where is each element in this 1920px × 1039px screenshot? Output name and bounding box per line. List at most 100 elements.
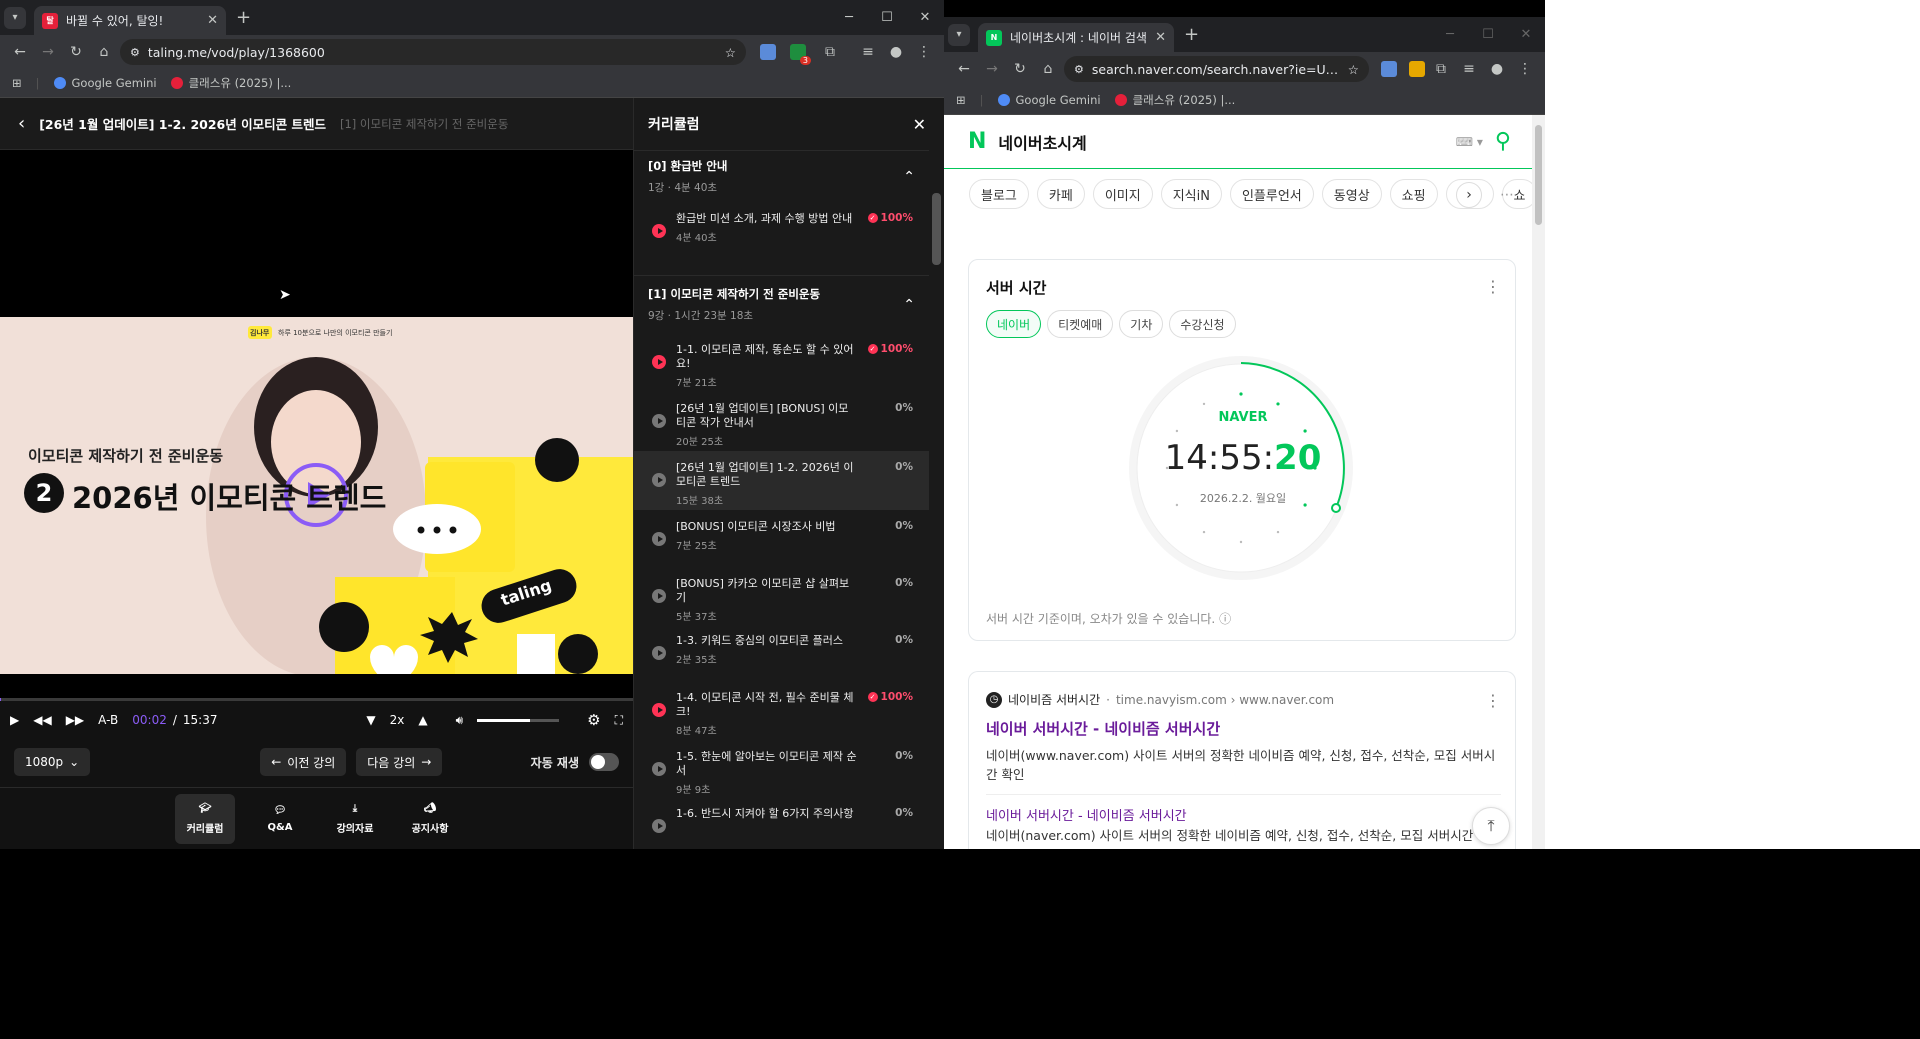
profile-icon[interactable]: ● — [1485, 57, 1509, 81]
curriculum-section[interactable]: [1] 이모티콘 제작하기 전 준비운동 9강 · 1시간 23분 18초 ⌃ — [634, 275, 929, 333]
video-area[interactable]: 김나무 하루 10분으로 나만의 이모티콘 만들기 이모티콘 제작하기 전 준비… — [0, 150, 633, 698]
nav-notice[interactable]: 📣︎ 공지사항 — [400, 794, 460, 844]
menu-kebab-icon[interactable]: ⋮ — [1513, 57, 1537, 81]
back-icon[interactable]: ← — [8, 40, 32, 64]
fullscreen-icon[interactable]: ⛶ — [615, 713, 623, 728]
forward-icon[interactable]: → — [36, 40, 60, 64]
new-tab-button[interactable]: + — [1184, 24, 1199, 45]
search-icon[interactable]: ⚲ — [1495, 129, 1511, 154]
autoplay-toggle[interactable] — [589, 753, 619, 771]
tab-search-button[interactable]: ▾ — [4, 6, 26, 29]
media-control-icon[interactable]: ≡ — [1457, 57, 1481, 81]
address-bar[interactable]: ⚙ taling.me/vod/play/1368600 ☆ — [120, 39, 746, 65]
info-icon[interactable]: ⓘ — [1219, 612, 1231, 626]
server-chip[interactable]: 수강신청 — [1169, 310, 1236, 338]
media-control-icon[interactable]: ≡ — [856, 40, 880, 64]
lesson-item[interactable]: [26년 1월 업데이트] [BONUS] 이모티콘 작가 안내서 20분 25초… — [634, 392, 929, 451]
result-site-name[interactable]: 네이비즘 서버시간 — [1008, 691, 1100, 708]
reload-icon[interactable]: ↻ — [64, 40, 88, 64]
bookmark-classu[interactable]: 클래스유 (2025) |... — [170, 75, 291, 91]
lesson-item[interactable]: [BONUS] 이모티콘 시장조사 비법 7분 25초 0% — [634, 510, 929, 567]
keyboard-icon[interactable]: ⌨ ▾ — [1456, 135, 1483, 149]
rewind-icon[interactable]: ◀◀ — [33, 713, 51, 727]
more-dots-icon[interactable]: ⋯ — [1500, 187, 1514, 203]
server-chip[interactable]: 네이버 — [986, 310, 1042, 338]
back-arrow-icon[interactable]: ‹ — [18, 113, 25, 134]
naver-logo[interactable]: N — [968, 129, 986, 154]
close-window-icon[interactable]: ✕ — [906, 10, 944, 25]
page-scrollbar[interactable] — [1532, 115, 1545, 849]
tab-taling[interactable]: 탈 바뀔 수 있어, 탈잉! ✕ — [34, 6, 226, 35]
lesson-item[interactable]: 1-6. 반드시 지켜야 할 6가지 주의사항 0% — [634, 797, 929, 849]
extension-icon[interactable]: 3 — [790, 44, 811, 65]
volume-icon[interactable]: 🔊︎ — [456, 713, 464, 728]
search-tab-chip[interactable]: 동영상 — [1321, 179, 1382, 209]
extension-icon[interactable] — [760, 44, 776, 60]
site-info-icon[interactable]: ⚙ — [130, 46, 140, 59]
lesson-item[interactable]: 1-3. 키워드 중심의 이모티콘 플러스 2분 35초 0% — [634, 624, 929, 681]
maximize-icon[interactable]: ☐ — [1469, 27, 1507, 42]
lesson-item[interactable]: 1-4. 이모티콘 시작 전, 필수 준비물 체크! 8분 47초 ✓ 100% — [634, 681, 929, 740]
volume-slider[interactable] — [477, 718, 560, 722]
tab-naver[interactable]: N 네이버초시계 : 네이버 검색 ✕ — [978, 23, 1174, 52]
extension-icon[interactable] — [1381, 61, 1397, 77]
maximize-icon[interactable]: ☐ — [868, 10, 906, 25]
home-icon[interactable]: ⌂ — [1036, 57, 1060, 81]
curriculum-scrollbar[interactable] — [929, 150, 944, 849]
forward-icon[interactable]: → — [980, 57, 1004, 81]
reload-icon[interactable]: ↻ — [1008, 57, 1032, 81]
extensions-puzzle-icon[interactable]: ⧉ — [1429, 57, 1453, 81]
sub-result-link[interactable]: 네이버 서버시간 - 네이비즘 서버시간 — [986, 805, 1187, 824]
more-kebab-icon[interactable]: ⋮ — [1485, 277, 1501, 296]
chevron-right-icon[interactable]: › — [1456, 182, 1482, 208]
search-query[interactable]: 네이버초시계 — [998, 130, 1086, 154]
result-title-link[interactable]: 네이버 서버시간 - 네이비즘 서버시간 — [986, 718, 1220, 739]
close-window-icon[interactable]: ✕ — [1507, 27, 1545, 42]
search-tab-chip[interactable]: 쇼핑 — [1389, 179, 1438, 209]
site-info-icon[interactable]: ⚙ — [1074, 63, 1084, 76]
menu-kebab-icon[interactable]: ⋮ — [912, 40, 936, 64]
lesson-item[interactable]: 1-5. 한눈에 알아보는 이모티콘 제작 순서 9분 9초 0% — [634, 740, 929, 797]
nav-materials[interactable]: ⤓ 강의자료 — [325, 794, 385, 844]
play-icon[interactable]: ▶ — [10, 713, 19, 727]
nav-qna[interactable]: 💬︎ Q&A — [250, 794, 310, 844]
server-chip[interactable]: 기차 — [1119, 310, 1164, 338]
home-icon[interactable]: ⌂ — [92, 40, 116, 64]
search-tab-chip[interactable]: 이미지 — [1092, 179, 1153, 209]
settings-gear-icon[interactable]: ⚙ — [587, 711, 600, 729]
ab-repeat-button[interactable]: A-B — [98, 713, 118, 727]
search-tab-chip[interactable]: 인플루언서 — [1229, 179, 1314, 209]
lesson-item[interactable]: [26년 1월 업데이트] 1-2. 2026년 이모티콘 트렌드 15분 38초… — [634, 451, 929, 510]
nav-curriculum[interactable]: 🎓︎ 커리큘럼 — [175, 793, 235, 844]
scroll-top-icon[interactable]: ⤒ — [1472, 807, 1510, 845]
speed-up-icon[interactable]: ▲ — [418, 713, 427, 727]
minimize-icon[interactable]: ─ — [830, 10, 868, 25]
bookmark-classu[interactable]: 클래스유 (2025) |... — [1114, 92, 1235, 108]
back-icon[interactable]: ← — [952, 57, 976, 81]
bookmark-gemini[interactable]: Google Gemini — [997, 93, 1101, 107]
bookmark-gemini[interactable]: Google Gemini — [53, 76, 157, 90]
speed-down-icon[interactable]: ▼ — [366, 713, 375, 727]
extensions-puzzle-icon[interactable]: ⧉ — [818, 40, 842, 64]
search-tab-chip[interactable]: 지식iN — [1160, 179, 1222, 209]
close-tab-icon[interactable]: ✕ — [207, 13, 218, 28]
bookmark-star-icon[interactable]: ☆ — [1348, 62, 1359, 77]
extension-icon[interactable] — [1409, 61, 1425, 77]
lesson-item[interactable]: [BONUS] 카카오 이모티콘 샵 살펴보기 5분 37초 0% — [634, 567, 929, 624]
lesson-item[interactable]: 환급반 미션 소개, 과제 수행 방법 안내 4분 40초 ✓ 100% — [634, 202, 929, 259]
fast-forward-icon[interactable]: ▶▶ — [66, 713, 84, 727]
search-tab-chip[interactable]: 블로그 — [969, 179, 1029, 209]
curriculum-section[interactable]: [0] 환급반 안내 1강 · 4분 40초 ⌃ — [634, 150, 929, 202]
bookmark-star-icon[interactable]: ☆ — [725, 45, 736, 60]
quality-select[interactable]: 1080p ⌄ — [14, 748, 91, 776]
search-tab-chip[interactable]: 카페 — [1036, 179, 1085, 209]
new-tab-button[interactable]: + — [236, 7, 251, 28]
close-panel-icon[interactable]: ✕ — [913, 115, 926, 134]
profile-icon[interactable]: ● — [884, 40, 908, 64]
apps-grid-icon[interactable]: ⊞ — [956, 93, 966, 107]
result-url[interactable]: time.navyism.com › www.naver.com — [1116, 693, 1334, 707]
tab-search-button[interactable]: ▾ — [948, 23, 970, 46]
apps-grid-icon[interactable]: ⊞ — [12, 76, 22, 90]
close-tab-icon[interactable]: ✕ — [1155, 30, 1166, 45]
prev-lecture-button[interactable]: ← 이전 강의 — [260, 748, 347, 776]
